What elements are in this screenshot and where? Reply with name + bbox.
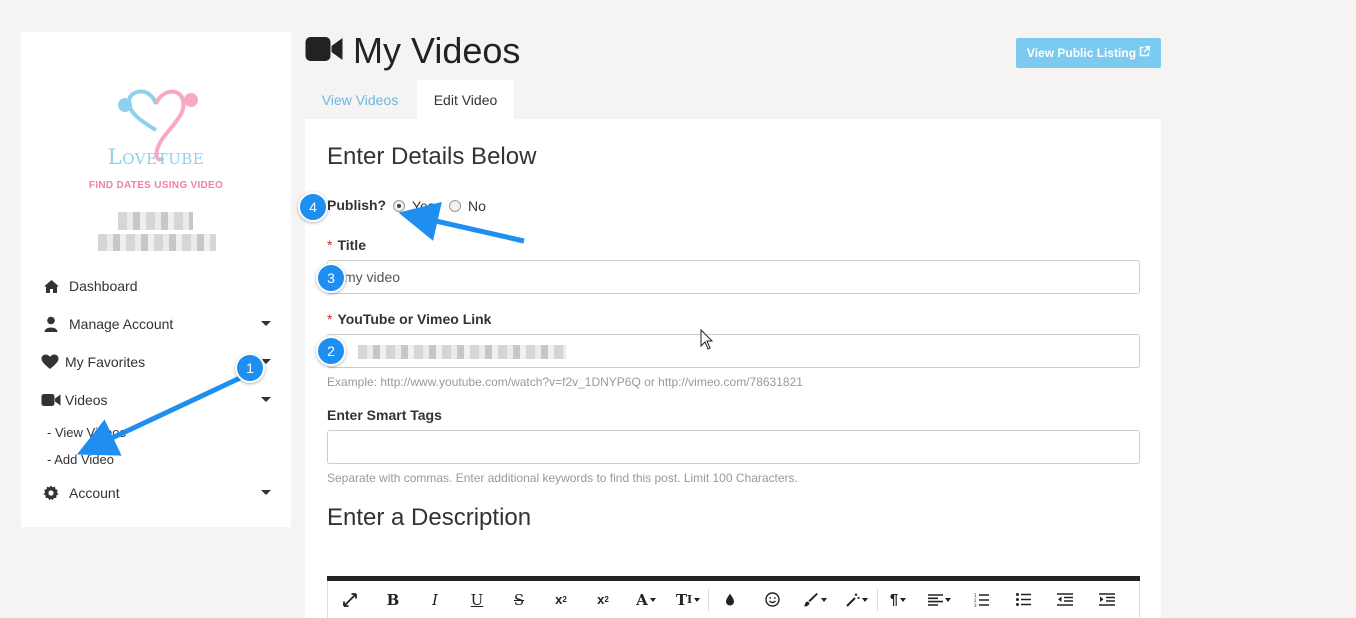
annotation-badge-1: 1 [235,353,265,383]
annotation-badge-3: 3 [316,263,346,293]
annotation-arrows [76,201,714,456]
mouse-cursor-icon [700,328,714,350]
annotation-badge-4: 4 [298,192,328,222]
annotation-badge-2: 2 [316,336,346,366]
